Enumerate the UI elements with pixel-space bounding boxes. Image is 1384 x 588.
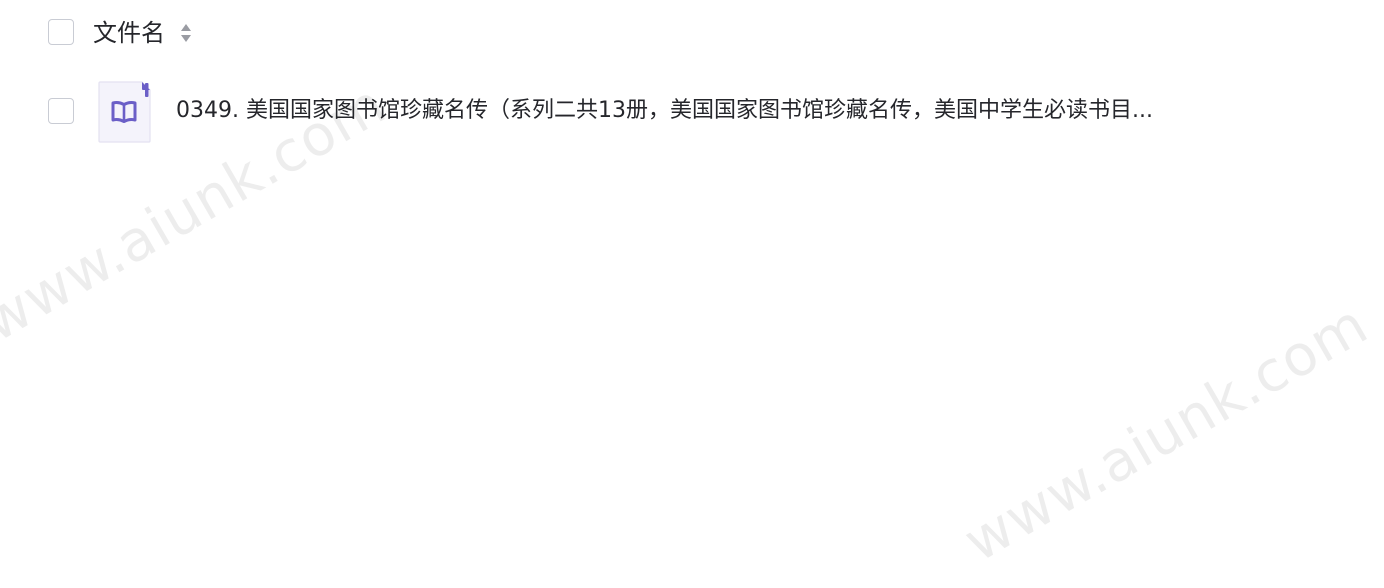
sort-icon[interactable] <box>178 20 194 46</box>
select-all-checkbox[interactable] <box>48 19 74 45</box>
watermark-text: www.aiunk.com <box>953 291 1379 575</box>
row-checkbox[interactable] <box>48 98 74 124</box>
book-icon <box>98 81 151 143</box>
file-list-page: 文件名 0349. 美国国家图书馆珍藏名传（系列二共13册，美国国家图书馆珍藏名… <box>0 0 1384 588</box>
table-header: 文件名 <box>0 0 1384 66</box>
file-name-link[interactable]: 0349. 美国国家图书馆珍藏名传（系列二共13册，美国国家图书馆珍藏名传，美国… <box>176 94 1236 128</box>
table-row[interactable]: 0349. 美国国家图书馆珍藏名传（系列二共13册，美国国家图书馆珍藏名传，美国… <box>0 76 1384 148</box>
filename-column-header[interactable]: 文件名 <box>93 16 165 50</box>
